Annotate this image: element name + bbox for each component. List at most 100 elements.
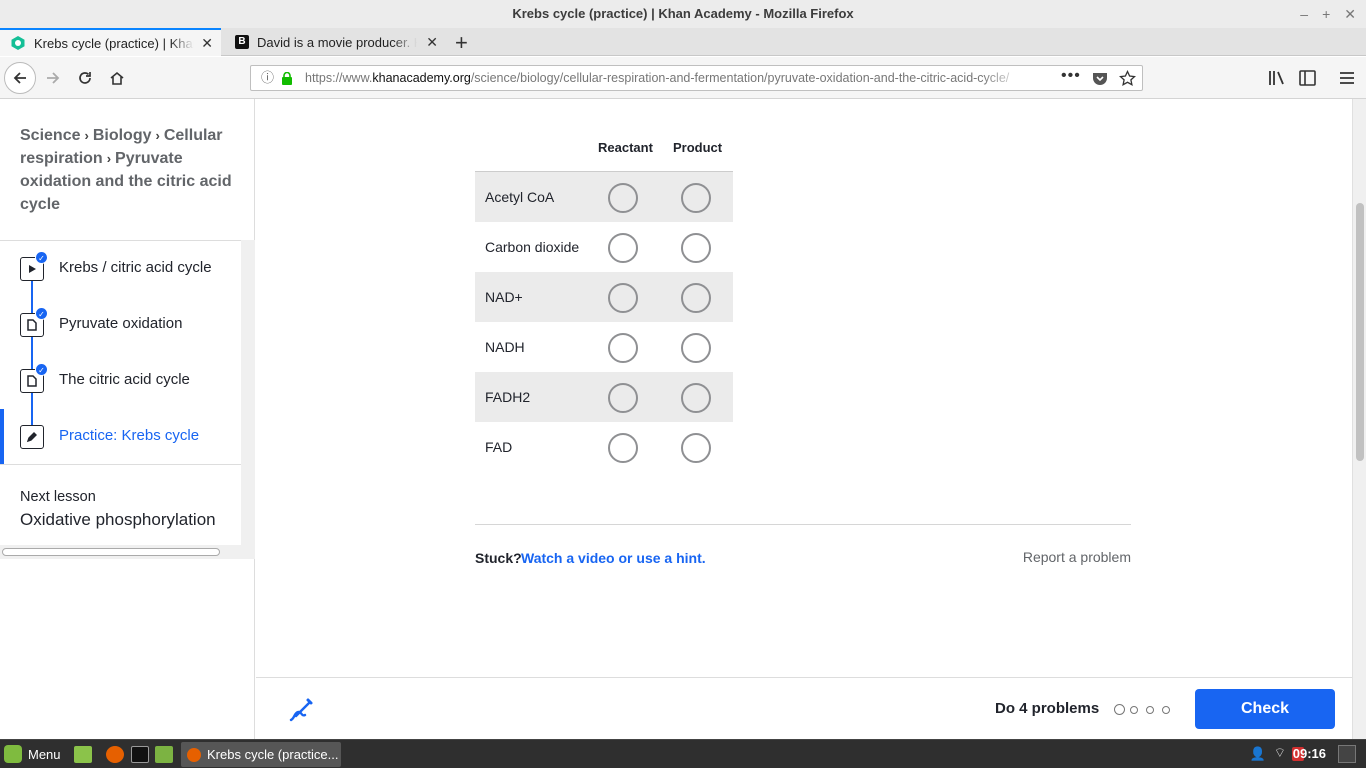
library-icon[interactable] [1268, 70, 1286, 86]
reactant-product-table: Reactant Product Acetyl CoA Carbon dioxi… [475, 128, 733, 472]
firefox-launcher-icon[interactable] [106, 746, 124, 763]
chevron-right-icon: › [84, 128, 89, 143]
close-tab-icon[interactable]: ✕ [426, 34, 438, 51]
table-row: NADH [475, 322, 733, 372]
url-domain: khanacademy.org [372, 71, 471, 85]
tab-david-movie[interactable]: B David is a movie producer. He ✕ [223, 28, 446, 56]
close-window-button[interactable]: ✕ [1344, 6, 1356, 23]
hamburger-menu-icon[interactable] [1339, 70, 1355, 86]
forward-button[interactable] [38, 63, 68, 93]
table-row: NAD+ [475, 272, 733, 322]
lesson-item-pyruvate-oxidation[interactable]: ✓ Pyruvate oxidation [0, 297, 241, 353]
breadcrumb-biology[interactable]: Biology [93, 127, 152, 144]
tab-title: Krebs cycle (practice) | Khan Academy [34, 35, 194, 51]
completed-check-icon: ✓ [35, 251, 48, 264]
product-radio[interactable] [681, 383, 711, 413]
product-radio[interactable] [681, 183, 711, 213]
url-text[interactable]: https://www.khanacademy.org/science/biol… [305, 66, 1025, 90]
tab-krebs-practice[interactable]: Krebs cycle (practice) | Khan Academy ✕ [0, 28, 221, 56]
chevron-right-icon: › [155, 128, 160, 143]
reactant-radio[interactable] [608, 333, 638, 363]
minimize-button[interactable]: – [1300, 6, 1308, 22]
chevron-right-icon: › [106, 151, 112, 166]
menu-label: Menu [28, 746, 61, 762]
scratchpad-icon[interactable] [288, 697, 314, 723]
lesson-item-citric-acid-cycle[interactable]: ✓ The citric acid cycle [0, 353, 241, 409]
bookmark-star-icon[interactable] [1119, 70, 1136, 87]
lesson-label: Practice: Krebs cycle [59, 427, 200, 444]
horizontal-scrollbar[interactable] [0, 545, 255, 559]
user-icon[interactable]: 👤 [1250, 746, 1266, 762]
next-lesson[interactable]: Next lesson Oxidative phosphorylation [0, 464, 241, 544]
home-icon [110, 71, 124, 85]
vertical-scrollbar[interactable] [1352, 99, 1366, 739]
info-icon[interactable]: ⓘ [261, 66, 274, 90]
workspace-switcher-icon[interactable] [1338, 745, 1356, 763]
column-header-reactant: Reactant [598, 140, 653, 155]
show-desktop-icon[interactable] [74, 746, 92, 763]
table-row: FADH2 [475, 372, 733, 422]
page-actions-icon[interactable]: ••• [1061, 64, 1081, 88]
table-row: FAD [475, 422, 733, 472]
product-radio[interactable] [681, 283, 711, 313]
row-label: NAD+ [485, 289, 523, 305]
sidebar-toggle-icon[interactable] [1299, 70, 1316, 86]
url-prefix: https://www. [305, 71, 373, 85]
new-tab-button[interactable]: + [455, 30, 468, 56]
maximize-button[interactable]: + [1322, 6, 1330, 22]
lesson-item-practice-krebs[interactable]: Practice: Krebs cycle [0, 409, 241, 465]
close-tab-icon[interactable]: ✕ [201, 35, 213, 52]
reactant-radio[interactable] [608, 433, 638, 463]
stuck-label: Stuck? [475, 550, 522, 566]
clock[interactable]: 09:16 [1293, 746, 1326, 761]
completed-check-icon: ✓ [35, 363, 48, 376]
reactant-radio[interactable] [608, 183, 638, 213]
row-label: Acetyl CoA [485, 189, 555, 205]
start-menu-button[interactable]: Menu [4, 745, 61, 763]
check-button[interactable]: Check [1195, 689, 1335, 729]
window-title-bar: Krebs cycle (practice) | Khan Academy - … [0, 0, 1366, 28]
lesson-label: Krebs / citric acid cycle [59, 259, 212, 276]
lesson-list: ✓ Krebs / citric acid cycle ✓ Pyruvate o… [0, 240, 241, 465]
pocket-icon[interactable] [1092, 71, 1108, 86]
report-problem-link[interactable]: Report a problem [1000, 549, 1131, 565]
taskbar-window-label: Krebs cycle (practice... [207, 747, 339, 762]
next-lesson-label: Next lesson [20, 489, 96, 505]
mint-logo-icon [4, 745, 22, 763]
network-icon[interactable]: ⌔ [1274, 745, 1286, 761]
product-radio[interactable] [681, 433, 711, 463]
table-row: Carbon dioxide [475, 222, 733, 272]
vertical-scrollbar-thumb[interactable] [1356, 203, 1364, 461]
files-launcher-icon[interactable] [155, 746, 173, 763]
do-problems-label: Do 4 problems [995, 700, 1100, 717]
problem-progress-dot [1162, 706, 1170, 714]
window-controls: – + ✕ [1300, 0, 1356, 28]
row-label: Carbon dioxide [485, 239, 580, 255]
url-bar[interactable]: ⓘ https://www.khanacademy.org/science/bi… [250, 65, 1143, 91]
row-label: NADH [485, 339, 525, 355]
lesson-sidebar: Science › Biology › Cellular respiration › Pyr… [0, 99, 255, 739]
reload-button[interactable] [70, 63, 100, 93]
reactant-radio[interactable] [608, 233, 638, 263]
lesson-item-krebs-video[interactable]: ✓ Krebs / citric acid cycle [0, 241, 241, 297]
back-button[interactable] [4, 62, 36, 94]
reactant-radio[interactable] [608, 283, 638, 313]
problem-progress-dot [1130, 706, 1138, 714]
horizontal-scrollbar-thumb[interactable] [2, 548, 220, 556]
lock-icon [282, 72, 292, 85]
terminal-launcher-icon[interactable] [131, 746, 149, 763]
breadcrumb-science[interactable]: Science [20, 127, 80, 144]
hint-link[interactable]: Watch a video or use a hint. [521, 550, 706, 566]
divider [475, 524, 1131, 525]
taskbar: Menu Krebs cycle (practice... 👤 ⌔ 09:16 [0, 739, 1366, 768]
taskbar-window-firefox[interactable]: Krebs cycle (practice... [181, 742, 341, 767]
tab-bar: Krebs cycle (practice) | Khan Academy ✕ … [0, 28, 1366, 56]
url-path: /science/biology/cellular-respiration-an… [470, 71, 1010, 85]
product-radio[interactable] [681, 233, 711, 263]
home-button[interactable] [102, 63, 132, 93]
product-radio[interactable] [681, 333, 711, 363]
reactant-radio[interactable] [608, 383, 638, 413]
window-title: Krebs cycle (practice) | Khan Academy - … [512, 6, 854, 21]
problem-progress-dot [1114, 704, 1125, 715]
khan-favicon-icon [11, 36, 25, 50]
